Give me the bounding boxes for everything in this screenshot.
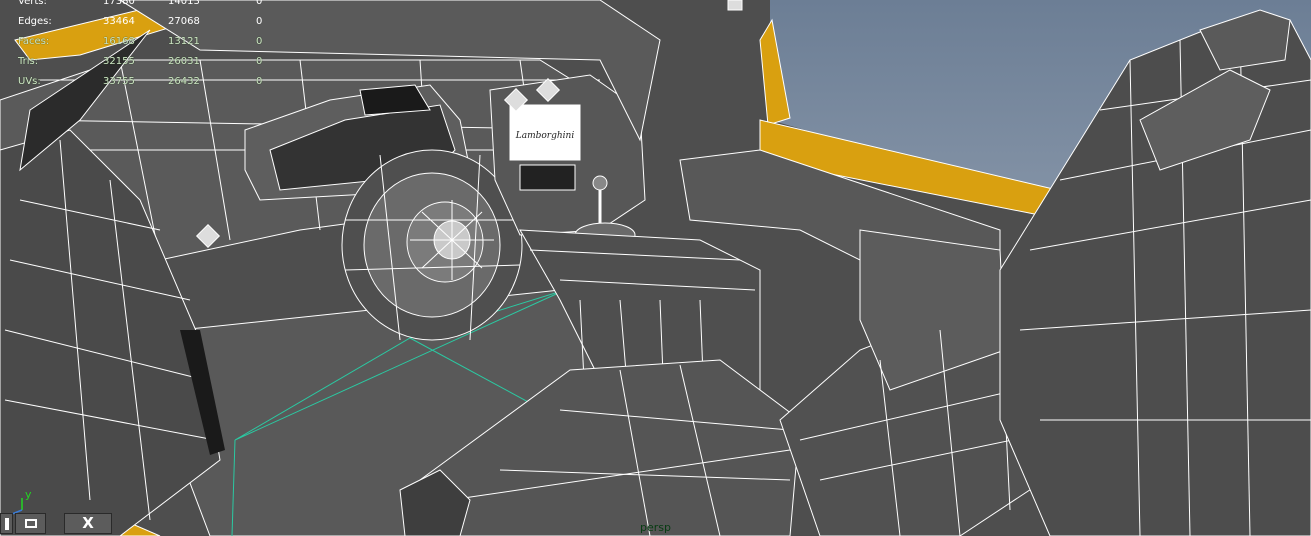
axis-y-label: y: [25, 488, 32, 501]
window-icon: [24, 519, 37, 528]
logo-badge: Lamborghini: [515, 131, 575, 141]
center-vent: [519, 164, 576, 191]
maximize-panel-button[interactable]: [15, 513, 46, 534]
axis-gizmo: y: [11, 488, 32, 515]
camera-name-label: persp: [640, 521, 671, 534]
viewport-button-bar: X: [0, 513, 112, 536]
close-icon: X: [82, 514, 94, 532]
close-panel-button[interactable]: X: [64, 513, 112, 534]
panel-bar-icon: [4, 517, 9, 530]
perspective-viewport[interactable]: Lamborghini Verts: 17380 14013 0 Edges: …: [0, 0, 1311, 536]
interior-wireframe-model[interactable]: Lamborghini: [0, 0, 1311, 536]
panel-layout-button[interactable]: [0, 513, 13, 534]
